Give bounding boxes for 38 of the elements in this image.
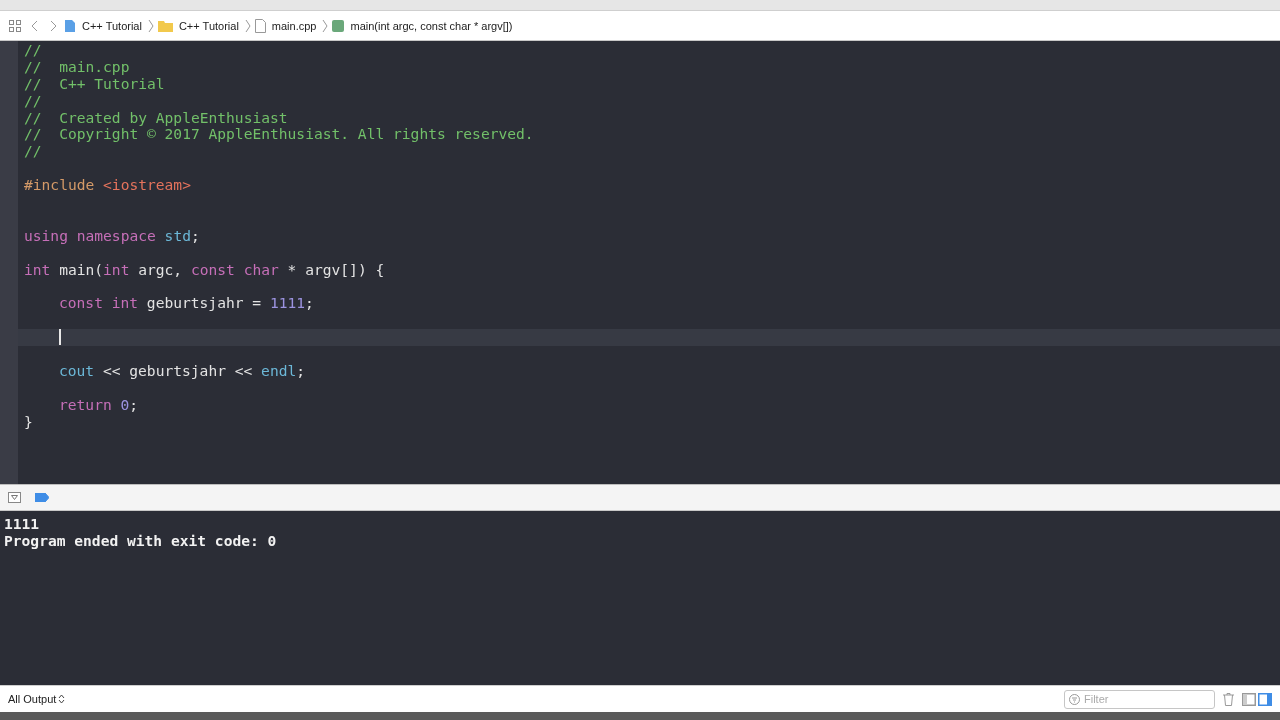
code-line: // Created by AppleEnthusiast — [24, 108, 288, 126]
separator-icon — [147, 18, 154, 33]
hide-debug-area-icon[interactable] — [8, 492, 21, 503]
right-pane-icon[interactable] — [1258, 692, 1272, 706]
chevron-updown-icon — [58, 694, 66, 704]
breadcrumb[interactable]: main.cpp — [269, 19, 319, 32]
separator-icon — [244, 18, 251, 33]
breadcrumb[interactable]: C++ Tutorial — [176, 19, 241, 32]
function-icon — [332, 19, 345, 32]
code-line: const int geburtsjahr = 1111; — [59, 294, 314, 312]
output-menu[interactable]: All Output — [8, 693, 66, 705]
console-output-line: 1111 — [4, 515, 41, 532]
related-items-icon[interactable] — [6, 19, 24, 32]
console-output-line: Program ended with exit code: 0 — [4, 532, 278, 549]
folder-icon — [157, 19, 173, 32]
trash-icon[interactable] — [1223, 692, 1234, 706]
code-line: cout << geburtsjahr << endl; — [59, 361, 306, 379]
breadcrumb[interactable]: main(int argc, const char * argv[]) — [348, 19, 515, 32]
filter-icon — [1069, 693, 1080, 705]
breakpoint-icon[interactable] — [35, 493, 49, 502]
filter-field[interactable]: Filter — [1064, 689, 1215, 709]
code-line: return 0; — [59, 395, 139, 413]
text-cursor — [59, 329, 61, 346]
breadcrumb[interactable]: C++ Tutorial — [80, 19, 144, 32]
code-line: using namespace std; — [24, 226, 200, 244]
code-line: // — [24, 91, 42, 109]
code-line: // — [24, 41, 42, 58]
code-line: int main(int argc, const char * argv[]) { — [24, 260, 385, 278]
separator-icon — [322, 18, 329, 33]
code-line: // Copyright © 2017 AppleEnthusiast. All rights reserved. — [24, 125, 534, 143]
code-line: #include <iostream> — [24, 176, 191, 194]
code-line: // C++ Tutorial — [24, 74, 165, 92]
code-line: // — [24, 142, 42, 160]
code-line: } — [24, 412, 33, 430]
file-icon — [254, 18, 266, 33]
code-line: // main.cpp — [24, 57, 130, 75]
left-pane-icon[interactable] — [1242, 692, 1256, 706]
project-icon — [64, 18, 76, 33]
